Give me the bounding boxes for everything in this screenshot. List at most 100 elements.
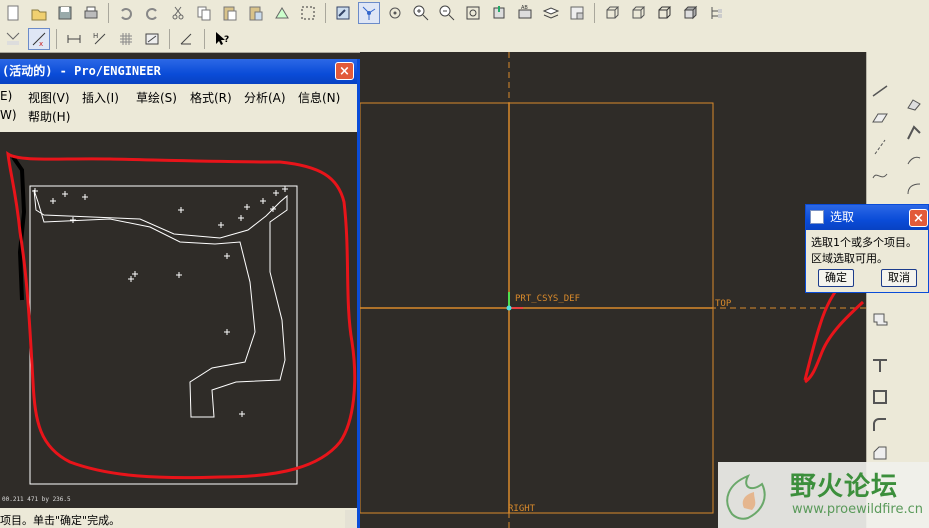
subwindow-menubar: E) 视图(V) 插入(I) 草绘(S) 格式(R) 分析(A) 信息(N) W… bbox=[0, 86, 357, 126]
toolbar-row-2: x H ? bbox=[0, 26, 235, 52]
annotation-arrow-stroke bbox=[804, 300, 865, 384]
annotation-red-outline bbox=[6, 150, 357, 480]
menu-edit[interactable]: E) bbox=[0, 89, 12, 103]
menu-info[interactable]: 信息(N) bbox=[298, 89, 340, 106]
grid-display-icon[interactable] bbox=[115, 28, 137, 50]
dimension-display-icon[interactable]: x bbox=[28, 28, 50, 50]
dialog-close-button[interactable]: × bbox=[909, 209, 928, 227]
saved-views-icon[interactable]: AB bbox=[514, 2, 536, 24]
repaint-icon[interactable] bbox=[332, 2, 354, 24]
copy-icon[interactable] bbox=[193, 2, 215, 24]
orient-mode-icon[interactable] bbox=[384, 2, 406, 24]
model-tree-icon[interactable] bbox=[705, 2, 727, 24]
sketch-profile bbox=[33, 189, 288, 418]
svg-text:?: ? bbox=[224, 35, 229, 45]
toolbar-separator bbox=[169, 29, 170, 49]
select-box-icon[interactable] bbox=[297, 2, 319, 24]
curve-tool-icon[interactable] bbox=[869, 164, 891, 186]
zoom-out-icon[interactable] bbox=[436, 2, 458, 24]
paste-icon[interactable] bbox=[219, 2, 241, 24]
sketch-canvas[interactable]: 00.211 471 by 236.5 bbox=[0, 132, 357, 508]
whats-this-icon[interactable]: ? bbox=[211, 28, 233, 50]
paste-special-icon[interactable] bbox=[245, 2, 267, 24]
print-icon[interactable] bbox=[80, 2, 102, 24]
menu-sketch[interactable]: 草绘(S) bbox=[136, 89, 177, 106]
menu-view[interactable]: 视图(V) bbox=[28, 89, 70, 106]
regenerate-icon[interactable] bbox=[271, 2, 293, 24]
cut-icon[interactable] bbox=[167, 2, 189, 24]
spin-center-icon[interactable] bbox=[358, 2, 380, 24]
vertex-display-icon[interactable]: H bbox=[89, 28, 111, 50]
flame-logo-icon bbox=[726, 474, 766, 520]
top-plane-label: TOP bbox=[715, 299, 732, 309]
menu-format[interactable]: 格式(R) bbox=[190, 89, 232, 106]
watermark-url: www.proewildfire.cn bbox=[792, 502, 923, 517]
line-tool-icon[interactable] bbox=[869, 80, 891, 102]
draft-tool-icon[interactable] bbox=[869, 308, 891, 330]
ok-button[interactable]: 确定 bbox=[818, 269, 854, 287]
sweep-icon[interactable] bbox=[903, 122, 925, 144]
toolbar-separator bbox=[325, 3, 326, 23]
select-dialog: 选取 × 选取1个或多个项目。 区域选取可用。 确定 取消 bbox=[805, 204, 929, 293]
coord-readout: 00.211 471 by 236.5 bbox=[2, 496, 71, 503]
forum-watermark: 野火论坛 www.proewildfire.cn bbox=[718, 462, 929, 528]
svg-text:AB: AB bbox=[521, 5, 528, 11]
menu-window[interactable]: W) bbox=[0, 108, 17, 122]
variable-sweep-icon[interactable] bbox=[903, 150, 925, 172]
right-plane-label: RIGHT bbox=[508, 504, 536, 514]
chamfer-tool-icon[interactable] bbox=[869, 442, 891, 464]
view-manager-icon[interactable] bbox=[566, 2, 588, 24]
dialog-title: 选取 bbox=[830, 210, 855, 224]
status-scrollbar[interactable] bbox=[345, 510, 357, 528]
new-file-icon[interactable] bbox=[2, 2, 24, 24]
dialog-hint: 区域选取可用。 bbox=[811, 252, 888, 265]
hidden-line-icon[interactable] bbox=[627, 2, 649, 24]
intent-manager-icon[interactable] bbox=[176, 28, 198, 50]
sketch-view-icon[interactable] bbox=[2, 28, 24, 50]
boundary-blend-icon[interactable] bbox=[903, 178, 925, 200]
undo-icon[interactable] bbox=[115, 2, 137, 24]
plane-tool-icon[interactable] bbox=[869, 108, 891, 130]
menu-analysis[interactable]: 分析(A) bbox=[244, 89, 286, 106]
toolbar-separator bbox=[594, 3, 595, 23]
toolbar-separator bbox=[204, 29, 205, 49]
subwindow-status-bar: 项目。单击"确定"完成。 bbox=[0, 510, 345, 528]
dialog-instruction: 选取1个或多个项目。 bbox=[811, 236, 917, 249]
reorient-icon[interactable] bbox=[488, 2, 510, 24]
round-tool-icon[interactable] bbox=[869, 414, 891, 436]
wireframe-icon[interactable] bbox=[601, 2, 623, 24]
csys-label: PRT_CSYS_DEF bbox=[515, 294, 581, 304]
svg-text:x: x bbox=[39, 40, 43, 48]
main-toolbar: AB x H ? bbox=[0, 0, 929, 53]
dialog-window-icon bbox=[810, 210, 824, 224]
open-file-icon[interactable] bbox=[28, 2, 50, 24]
rib-tool-icon[interactable] bbox=[869, 354, 891, 376]
toolbar-separator bbox=[108, 3, 109, 23]
shell-tool-icon[interactable] bbox=[869, 386, 891, 408]
toolbar-separator bbox=[56, 29, 57, 49]
zoom-in-icon[interactable] bbox=[410, 2, 432, 24]
csys-origin bbox=[506, 305, 512, 311]
cancel-button[interactable]: 取消 bbox=[881, 269, 917, 287]
axis-tool-icon[interactable] bbox=[869, 136, 891, 158]
no-hidden-icon[interactable] bbox=[653, 2, 675, 24]
refit-icon[interactable] bbox=[462, 2, 484, 24]
layers-icon[interactable] bbox=[540, 2, 562, 24]
sketch-tool-icon[interactable] bbox=[141, 28, 163, 50]
status-message: 项目。单击"确定"完成。 bbox=[0, 514, 121, 527]
watermark-title: 野火论坛 bbox=[790, 472, 899, 502]
graphics-viewport[interactable]: PRT_CSYS_DEF TOP RIGHT bbox=[360, 52, 866, 528]
svg-text:H: H bbox=[93, 32, 98, 40]
subwindow-titlebar: (活动的) - Pro/ENGINEER bbox=[0, 59, 357, 84]
blend-icon[interactable] bbox=[903, 92, 925, 114]
redo-icon[interactable] bbox=[141, 2, 163, 24]
save-icon[interactable] bbox=[54, 2, 76, 24]
subwindow-title: (活动的) - Pro/ENGINEER bbox=[2, 64, 161, 78]
shading-icon[interactable] bbox=[679, 2, 701, 24]
subwindow-close-button[interactable]: × bbox=[335, 62, 354, 80]
menu-insert[interactable]: 插入(I) bbox=[82, 89, 119, 106]
toolbar-row-1: AB bbox=[0, 0, 729, 26]
menu-help[interactable]: 帮助(H) bbox=[28, 108, 70, 125]
constraint-display-icon[interactable] bbox=[63, 28, 85, 50]
sketch-boundary bbox=[29, 185, 298, 485]
